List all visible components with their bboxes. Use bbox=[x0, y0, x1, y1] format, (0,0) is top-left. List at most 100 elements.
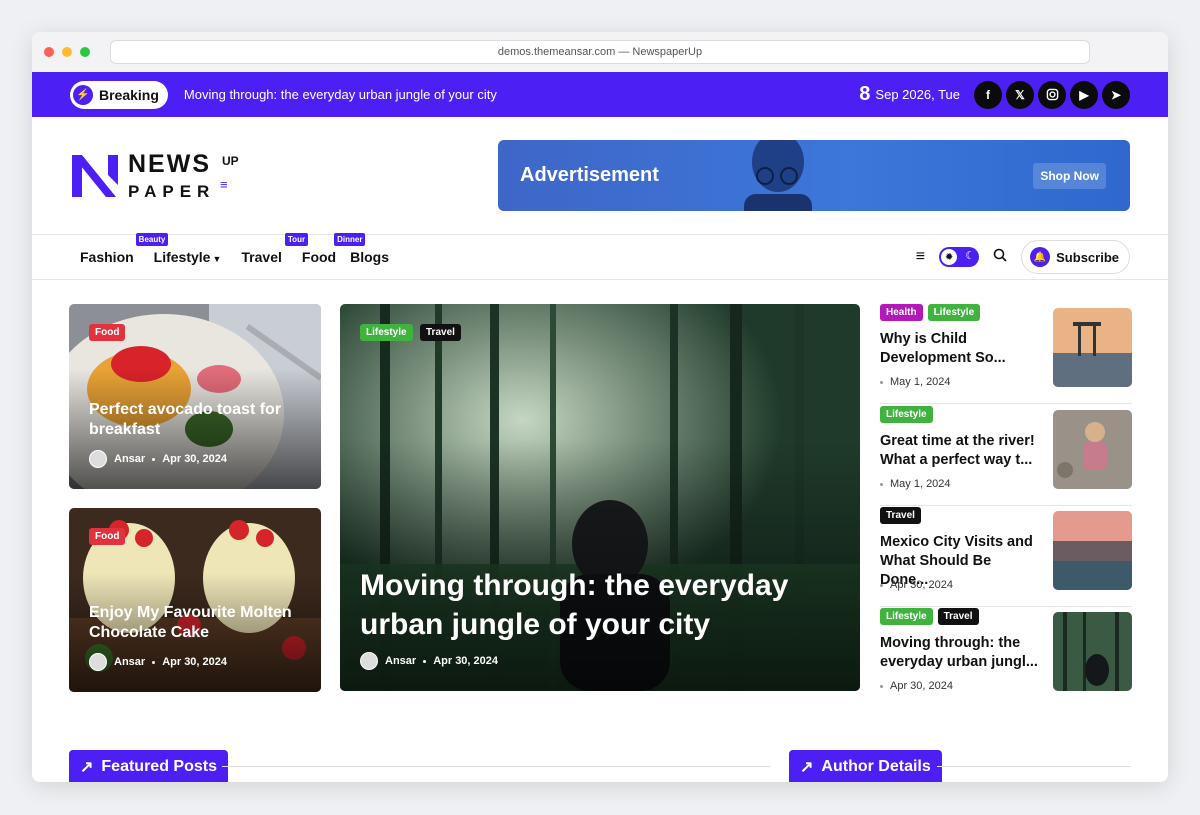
post-date: Apr 30, 2024 bbox=[890, 680, 953, 692]
post-card-cake[interactable]: Food Enjoy My Favourite Molten Chocolate… bbox=[69, 508, 321, 692]
nav-item-label: Food bbox=[301, 249, 337, 265]
logo-word-up: UP bbox=[222, 153, 239, 168]
post-date: Apr 30, 2024 bbox=[162, 453, 228, 465]
post-title[interactable]: Great time at the river! What a perfect … bbox=[880, 432, 1040, 470]
instagram-icon[interactable] bbox=[1038, 80, 1066, 109]
avatar bbox=[89, 450, 107, 468]
youtube-icon[interactable]: ▶ bbox=[1070, 80, 1098, 109]
nav-item-blogs[interactable]: Dinner Blogs bbox=[334, 233, 389, 265]
x-icon[interactable]: 𝕏 bbox=[1006, 80, 1034, 109]
nav-tag-dinner: Dinner bbox=[334, 233, 366, 246]
post-author[interactable]: Ansar bbox=[385, 655, 416, 667]
subscribe-button[interactable]: 🔔 Subscribe bbox=[1021, 240, 1130, 274]
site-header: NEWS PAPER UP ≡ Advertisement Shop Now bbox=[32, 117, 1168, 235]
lightning-icon: ⚡ bbox=[73, 84, 93, 105]
category-badge[interactable]: Lifestyle bbox=[927, 304, 981, 321]
nav-item-lifestyle[interactable]: Beauty Lifestyle ▼ bbox=[135, 233, 222, 265]
featured-posts-heading[interactable]: ↗ Featured Posts bbox=[69, 750, 228, 782]
site-logo[interactable]: NEWS PAPER UP ≡ bbox=[70, 146, 250, 206]
moon-icon: ☾ bbox=[965, 250, 976, 262]
bell-icon: 🔔 bbox=[1030, 247, 1051, 267]
address-bar[interactable]: demos.themeansar.com — NewspaperUp bbox=[110, 40, 1090, 64]
nav-item-label: Lifestyle bbox=[153, 249, 211, 265]
logo-mark-icon bbox=[72, 154, 118, 197]
divider bbox=[222, 766, 770, 767]
logo-lines-icon: ≡ bbox=[220, 176, 228, 192]
date-rest: Sep 2026, Tue bbox=[875, 87, 960, 102]
nav-item-travel[interactable]: Travel bbox=[241, 249, 281, 265]
logo-word-paper: PAPER bbox=[128, 181, 216, 201]
list-item[interactable]: Health Lifestyle Why is Child Developmen… bbox=[880, 304, 1132, 404]
breaking-news-link[interactable]: Moving through: the everyday urban jungl… bbox=[184, 87, 497, 102]
post-date: Apr 30, 2024 bbox=[162, 656, 228, 668]
social-links: f 𝕏 ▶ ➤ bbox=[974, 80, 1130, 109]
main-navigation: Fashion Beauty Lifestyle ▼ Travel Tour Fo… bbox=[32, 233, 1168, 280]
post-thumbnail[interactable] bbox=[1053, 308, 1132, 387]
nav-item-food[interactable]: Tour Food bbox=[284, 233, 337, 265]
nav-item-label: Travel bbox=[241, 249, 282, 265]
logo-word-news: NEWS bbox=[128, 149, 211, 178]
category-badge[interactable]: Food bbox=[89, 324, 126, 341]
post-title[interactable]: Enjoy My Favourite Molten Chocolate Cake bbox=[89, 603, 299, 643]
post-card-avocado[interactable]: Food Perfect avocado toast for breakfast… bbox=[69, 304, 321, 489]
post-author[interactable]: Ansar bbox=[114, 656, 145, 668]
post-thumbnail[interactable] bbox=[1053, 612, 1132, 691]
list-item[interactable]: Lifestyle Great time at the river! What … bbox=[880, 406, 1132, 506]
category-badge[interactable]: Travel bbox=[880, 507, 921, 524]
content-area: Food Perfect avocado toast for breakfast… bbox=[32, 280, 1168, 740]
menu-icon[interactable]: ≡ bbox=[916, 248, 925, 266]
list-item[interactable]: Travel Mexico City Visits and What Shoul… bbox=[880, 507, 1132, 607]
nav-item-fashion[interactable]: Fashion bbox=[80, 249, 134, 265]
category-badge[interactable]: Lifestyle bbox=[880, 608, 933, 625]
nav-tag-beauty: Beauty bbox=[135, 233, 169, 246]
post-thumbnail[interactable] bbox=[1053, 410, 1132, 489]
post-date: May 1, 2024 bbox=[890, 376, 951, 388]
ad-model-image bbox=[744, 140, 812, 211]
browser-titlebar: demos.themeansar.com — NewspaperUp bbox=[32, 32, 1168, 72]
category-badge[interactable]: Travel bbox=[937, 608, 979, 625]
post-date: May 1, 2024 bbox=[890, 478, 951, 490]
telegram-icon[interactable]: ➤ bbox=[1102, 80, 1130, 109]
featured-posts-label: Featured Posts bbox=[101, 758, 217, 775]
post-thumbnail[interactable] bbox=[1053, 511, 1132, 590]
breaking-badge: ⚡ Breaking bbox=[70, 80, 168, 109]
ad-title: Advertisement bbox=[520, 164, 659, 186]
arrow-up-right-icon: ↗ bbox=[80, 759, 94, 776]
nav-item-label: Fashion bbox=[80, 249, 134, 265]
window-controls bbox=[44, 47, 90, 57]
divider bbox=[937, 766, 1131, 767]
list-item[interactable]: Lifestyle Travel Moving through: the eve… bbox=[880, 608, 1132, 708]
date-day: 8 bbox=[859, 83, 871, 105]
category-badge-lifestyle[interactable]: Lifestyle bbox=[360, 324, 413, 341]
avatar bbox=[360, 652, 378, 670]
maximize-window-button[interactable] bbox=[80, 47, 90, 57]
nav-item-label: Blogs bbox=[350, 249, 389, 265]
subscribe-label: Subscribe bbox=[1056, 249, 1119, 265]
advertisement-banner[interactable]: Advertisement Shop Now bbox=[498, 140, 1130, 211]
section-headers: ↗ Featured Posts ↗ Author Details bbox=[32, 750, 1168, 782]
featured-hero-post[interactable]: Lifestyle Travel Moving through: the eve… bbox=[340, 304, 860, 691]
post-title[interactable]: Moving through: the everyday urban jungl… bbox=[880, 634, 1040, 672]
chevron-down-icon: ▼ bbox=[212, 254, 222, 264]
author-details-heading[interactable]: ↗ Author Details bbox=[789, 750, 942, 782]
category-badge[interactable]: Health bbox=[880, 304, 923, 321]
current-date: 8 Sep 2026, Tue bbox=[859, 83, 960, 106]
post-date: Apr 30, 2024 bbox=[890, 579, 953, 591]
facebook-icon[interactable]: f bbox=[974, 80, 1002, 109]
avatar bbox=[89, 653, 107, 671]
category-badge-travel[interactable]: Travel bbox=[420, 324, 461, 341]
hero-post-title[interactable]: Moving through: the everyday urban jungl… bbox=[360, 566, 810, 644]
post-title[interactable]: Why is Child Development So... bbox=[880, 330, 1040, 368]
category-badge[interactable]: Food bbox=[89, 528, 126, 545]
search-icon[interactable] bbox=[993, 248, 1007, 267]
post-title[interactable]: Perfect avocado toast for breakfast bbox=[89, 400, 289, 440]
dark-mode-toggle[interactable]: ✹ ☾ bbox=[939, 247, 980, 267]
category-badge[interactable]: Lifestyle bbox=[880, 406, 933, 423]
close-window-button[interactable] bbox=[44, 47, 54, 57]
author-details-label: Author Details bbox=[821, 758, 931, 775]
shop-now-button[interactable]: Shop Now bbox=[1033, 163, 1106, 189]
browser-window: demos.themeansar.com — NewspaperUp ⚡ Bre… bbox=[32, 32, 1168, 782]
breaking-label: Breaking bbox=[99, 86, 159, 103]
post-author[interactable]: Ansar bbox=[114, 453, 145, 465]
minimize-window-button[interactable] bbox=[62, 47, 72, 57]
